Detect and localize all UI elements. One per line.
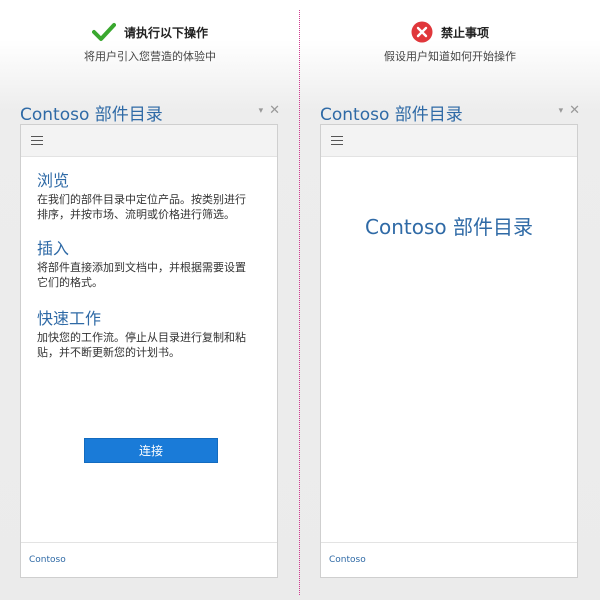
task-pane-controls: ▾ ✕ [259, 103, 280, 118]
x-circle-icon [411, 21, 433, 43]
do-title: 请执行以下操作 [123, 25, 208, 40]
feature-title: 浏览 [37, 171, 70, 190]
feature-browse: 浏览 在我们的部件目录中定位产品。按类别进行 排序，并按市场、流明或价格进行筛选… [37, 171, 269, 222]
feature-description: 将部件直接添加到文档中，并根据需要设置 它们的格式。 [37, 260, 269, 290]
task-pane: Contoso 部件目录 Contoso [320, 124, 578, 578]
do-column: 请执行以下操作 将用户引入您营造的体验中 Contoso 部件目录 ▾ ✕ 浏览… [0, 0, 300, 600]
feature-description-line: 排序，并按市场、流明或价格进行筛选。 [37, 208, 235, 221]
dont-heading: 禁止事项 [300, 20, 600, 44]
feature-description-line: 加快您的工作流。停止从目录进行复制和粘 [37, 331, 246, 344]
feature-description-line: 贴，并不断更新您的计划书。 [37, 346, 180, 359]
footer-brand-link[interactable]: Contoso [329, 555, 366, 565]
feature-work-faster: 快速工作 加快您的工作流。停止从目录进行复制和粘 贴，并不断更新您的计划书。 [37, 309, 269, 360]
feature-description-line: 将部件直接添加到文档中，并根据需要设置 [37, 261, 246, 274]
do-subtitle: 将用户引入您营造的体验中 [84, 50, 216, 63]
task-pane-center-title: Contoso 部件目录 [365, 215, 533, 239]
dont-subtitle: 假设用户知道如何开始操作 [384, 50, 516, 63]
task-pane-controls: ▾ ✕ [559, 103, 580, 118]
feature-title: 插入 [37, 239, 70, 258]
chevron-down-icon[interactable]: ▾ [559, 106, 564, 116]
chevron-down-icon[interactable]: ▾ [259, 106, 264, 116]
feature-title: 快速工作 [37, 309, 102, 328]
task-pane-title: Contoso 部件目录 [320, 105, 463, 125]
task-pane-title: Contoso 部件目录 [20, 105, 163, 125]
do-heading: 请执行以下操作 [0, 20, 300, 44]
close-icon[interactable]: ✕ [269, 103, 280, 118]
task-pane-footer: Contoso [321, 542, 577, 577]
feature-insert: 插入 将部件直接添加到文档中，并根据需要设置 它们的格式。 [37, 239, 269, 290]
footer-brand-link[interactable]: Contoso [29, 555, 66, 565]
check-icon [91, 22, 116, 42]
feature-description: 在我们的部件目录中定位产品。按类别进行 排序，并按市场、流明或价格进行筛选。 [37, 192, 269, 222]
hamburger-menu-icon[interactable] [331, 134, 343, 148]
task-pane-footer: Contoso [21, 542, 277, 577]
task-pane: 浏览 在我们的部件目录中定位产品。按类别进行 排序，并按市场、流明或价格进行筛选… [20, 124, 278, 578]
dont-column: 禁止事项 假设用户知道如何开始操作 Contoso 部件目录 ▾ ✕ Conto… [300, 0, 600, 600]
task-pane-header [321, 125, 577, 157]
feature-description-line: 它们的格式。 [37, 276, 103, 289]
task-pane-header [21, 125, 277, 157]
hamburger-menu-icon[interactable] [31, 134, 43, 148]
feature-description-line: 在我们的部件目录中定位产品。按类别进行 [37, 193, 246, 206]
feature-description: 加快您的工作流。停止从目录进行复制和粘 贴，并不断更新您的计划书。 [37, 330, 269, 360]
dont-title: 禁止事项 [440, 25, 489, 40]
close-icon[interactable]: ✕ [569, 103, 580, 118]
connect-button[interactable]: 连接 [84, 438, 218, 463]
